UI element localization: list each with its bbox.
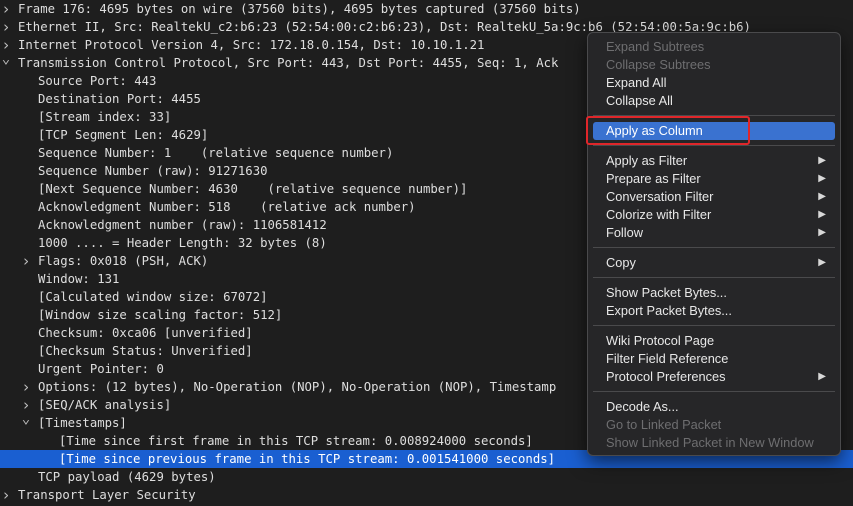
menu-item-follow[interactable]: Follow ▶	[593, 224, 835, 242]
menu-item-label: Copy	[606, 255, 636, 270]
menu-item-show-linked-packet-in-new-window: Show Linked Packet in New Window	[593, 434, 835, 452]
tree-row-label: [Next Sequence Number: 4630 (relative se…	[38, 182, 468, 196]
chevron-right-icon[interactable]: ›	[20, 396, 32, 414]
menu-item-decode-as[interactable]: Decode As...	[593, 398, 835, 416]
submenu-arrow-icon: ▶	[818, 173, 826, 184]
context-menu: Expand Subtrees Collapse Subtrees Expand A…	[587, 32, 841, 456]
menu-item-collapse-subtrees: Collapse Subtrees	[593, 56, 835, 74]
menu-item-label: Go to Linked Packet	[606, 417, 722, 432]
menu-item-label: Protocol Preferences	[606, 369, 726, 384]
menu-item-collapse-all[interactable]: Collapse All	[593, 92, 835, 110]
tree-row-label: Options: (12 bytes), No-Operation (NOP),…	[38, 380, 557, 394]
menu-item-copy[interactable]: Copy ▶	[593, 254, 835, 272]
menu-item-label: Conversation Filter	[606, 189, 714, 204]
tree-row-label: Frame 176: 4695 bytes on wire (37560 bit…	[18, 2, 581, 16]
menu-item-label: Show Linked Packet in New Window	[606, 435, 814, 450]
menu-item-expand-all[interactable]: Expand All	[593, 74, 835, 92]
chevron-down-icon[interactable]: ⌄	[0, 54, 12, 68]
tree-row-label: Transport Layer Security	[18, 488, 196, 502]
menu-item-conversation-filter[interactable]: Conversation Filter ▶	[593, 188, 835, 206]
menu-item-label: Colorize with Filter	[606, 207, 712, 222]
menu-separator	[593, 247, 835, 248]
menu-item-show-packet-bytes[interactable]: Show Packet Bytes...	[593, 284, 835, 302]
tree-row-label: Urgent Pointer: 0	[38, 362, 164, 376]
chevron-right-icon[interactable]: ›	[0, 36, 12, 54]
tree-row-label: Checksum: 0xca06 [unverified]	[38, 326, 253, 340]
chevron-right-icon[interactable]: ›	[0, 0, 12, 18]
menu-item-colorize-with-filter[interactable]: Colorize with Filter ▶	[593, 206, 835, 224]
menu-separator	[593, 391, 835, 392]
submenu-arrow-icon: ▶	[818, 155, 826, 166]
tree-row-label: Transmission Control Protocol, Src Port:…	[18, 56, 559, 70]
menu-item-label: Filter Field Reference	[606, 351, 729, 366]
menu-item-label: Prepare as Filter	[606, 171, 701, 186]
chevron-right-icon[interactable]: ›	[20, 252, 32, 270]
menu-item-wiki-protocol-page[interactable]: Wiki Protocol Page	[593, 332, 835, 350]
menu-item-label: Export Packet Bytes...	[606, 303, 732, 318]
menu-item-label: Wiki Protocol Page	[606, 333, 715, 348]
chevron-right-icon[interactable]: ›	[0, 18, 12, 36]
menu-item-label: Expand Subtrees	[606, 39, 705, 54]
menu-item-apply-as-filter[interactable]: Apply as Filter ▶	[593, 152, 835, 170]
tree-row-label: Sequence Number: 1 (relative sequence nu…	[38, 146, 394, 160]
tree-row[interactable]: › Frame 176: 4695 bytes on wire (37560 bi…	[0, 0, 853, 18]
menu-item-go-to-linked-packet: Go to Linked Packet	[593, 416, 835, 434]
menu-item-label: Follow	[606, 225, 643, 240]
annotation-highlight-box	[586, 116, 750, 145]
tree-row-label: Sequence Number (raw): 91271630	[38, 164, 268, 178]
tree-row-label: Acknowledgment number (raw): 1106581412	[38, 218, 327, 232]
menu-item-label: Collapse Subtrees	[606, 57, 711, 72]
tree-row-label: [Checksum Status: Unverified]	[38, 344, 253, 358]
tree-row-label: Flags: 0x018 (PSH, ACK)	[38, 254, 209, 268]
tree-row[interactable]: › Transport Layer Security	[0, 486, 853, 504]
chevron-right-icon[interactable]: ›	[0, 486, 12, 504]
menu-item-label: Show Packet Bytes...	[606, 285, 727, 300]
tree-row-label: 1000 .... = Header Length: 32 bytes (8)	[38, 236, 327, 250]
tree-row-label: [Time since first frame in this TCP stre…	[59, 434, 533, 448]
submenu-arrow-icon: ▶	[818, 191, 826, 202]
menu-item-label: Decode As...	[606, 399, 679, 414]
tree-row-label: TCP payload (4629 bytes)	[38, 470, 216, 484]
chevron-down-icon[interactable]: ⌄	[20, 414, 32, 428]
tree-row-label: [Timestamps]	[38, 416, 127, 430]
submenu-arrow-icon: ▶	[818, 257, 826, 268]
submenu-arrow-icon: ▶	[818, 371, 826, 382]
menu-separator	[593, 325, 835, 326]
tree-row-label: [Calculated window size: 67072]	[38, 290, 268, 304]
tree-row-label: Source Port: 443	[38, 74, 157, 88]
tree-row[interactable]: TCP payload (4629 bytes)	[0, 468, 853, 486]
tree-row-label: Acknowledgment Number: 518 (relative ack…	[38, 200, 416, 214]
menu-item-protocol-preferences[interactable]: Protocol Preferences ▶	[593, 368, 835, 386]
menu-item-prepare-as-filter[interactable]: Prepare as Filter ▶	[593, 170, 835, 188]
tree-row-label: [SEQ/ACK analysis]	[38, 398, 172, 412]
tree-row-label: [Window size scaling factor: 512]	[38, 308, 283, 322]
menu-separator	[593, 145, 835, 146]
menu-item-expand-subtrees: Expand Subtrees	[593, 38, 835, 56]
menu-item-label: Apply as Filter	[606, 153, 688, 168]
menu-item-export-packet-bytes[interactable]: Export Packet Bytes...	[593, 302, 835, 320]
tree-row-label: [Stream index: 33]	[38, 110, 172, 124]
submenu-arrow-icon: ▶	[818, 209, 826, 220]
tree-row-label: Window: 131	[38, 272, 120, 286]
menu-separator	[593, 277, 835, 278]
chevron-right-icon[interactable]: ›	[20, 378, 32, 396]
submenu-arrow-icon: ▶	[818, 227, 826, 238]
menu-item-label: Collapse All	[606, 93, 673, 108]
menu-item-filter-field-reference[interactable]: Filter Field Reference	[593, 350, 835, 368]
tree-row-label: Destination Port: 4455	[38, 92, 201, 106]
tree-row-label: [TCP Segment Len: 4629]	[38, 128, 209, 142]
tree-row-label: [Time since previous frame in this TCP s…	[59, 452, 556, 466]
tree-row-label: Internet Protocol Version 4, Src: 172.18…	[18, 38, 485, 52]
menu-item-label: Expand All	[606, 75, 667, 90]
